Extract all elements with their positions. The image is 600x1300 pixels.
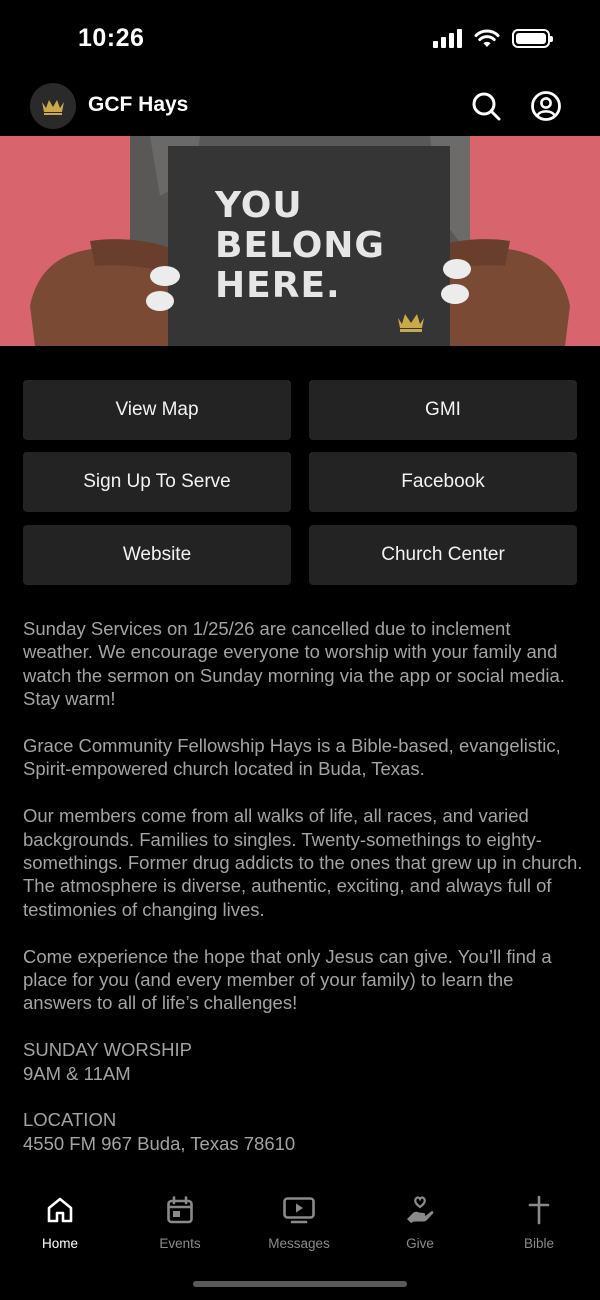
hero-line-2: BELONG [215,225,385,266]
tab-label-events: Events [159,1236,201,1251]
announcement-paragraph: Sunday Services on 1/25/26 are cancelled… [23,618,565,710]
description-content: Sunday Services on 1/25/26 are cancelled… [23,617,583,1179]
home-icon [47,1197,73,1223]
invitation-paragraph: Come experience the hope that only Jesus… [23,945,552,1014]
tab-messages[interactable]: Messages [249,1192,349,1251]
website-button[interactable]: Website [23,525,291,585]
status-icons [433,28,553,48]
home-indicator[interactable] [193,1281,407,1287]
user-circle-icon[interactable] [530,90,562,122]
church-center-button[interactable]: Church Center [309,525,577,585]
crown-icon [42,100,64,115]
video-icon [283,1197,315,1224]
status-time: 10:26 [78,24,145,52]
tab-give[interactable]: Give [370,1192,470,1251]
app-header: GCF Hays [0,80,600,136]
battery-icon [512,28,553,48]
tab-home[interactable]: Home [10,1192,110,1251]
tab-label-home: Home [41,1236,78,1251]
app-title: GCF Hays [88,93,189,116]
app-logo[interactable] [30,83,76,129]
hero-banner[interactable]: YOU BELONG HERE. [0,136,600,346]
give-hand-icon [407,1196,434,1223]
tab-label-messages: Messages [268,1236,330,1251]
worship-heading: SUNDAY WORSHIP [23,1039,192,1061]
cellular-signal-icon [433,28,462,48]
gmi-button[interactable]: GMI [309,380,577,440]
tab-label-give: Give [406,1236,434,1251]
facebook-button[interactable]: Facebook [309,452,577,512]
about-paragraph: Grace Community Fellowship Hays is a Bib… [23,735,561,780]
calendar-icon [167,1196,193,1224]
tab-label-bible: Bible [523,1236,555,1251]
status-bar: 10:26 [0,0,600,80]
cross-icon [528,1195,550,1225]
location-address: 4550 FM 967 Buda, Texas 78610 [23,1132,296,1154]
wifi-icon [474,29,500,47]
hero-slogan: YOU BELONG HERE. [215,186,385,306]
hero-line-1: YOU [215,185,303,226]
worship-times: 9AM & 11AM [23,1062,131,1084]
members-paragraph: Our members come from all walks of life,… [23,805,583,920]
hero-line-3: HERE. [215,265,341,306]
search-icon[interactable] [470,90,502,122]
tab-events[interactable]: Events [130,1192,230,1251]
view-map-button[interactable]: View Map [23,380,291,440]
sign-up-to-serve-button[interactable]: Sign Up To Serve [23,452,291,512]
tab-bible[interactable]: Bible [489,1192,589,1251]
location-heading: LOCATION [23,1109,117,1131]
